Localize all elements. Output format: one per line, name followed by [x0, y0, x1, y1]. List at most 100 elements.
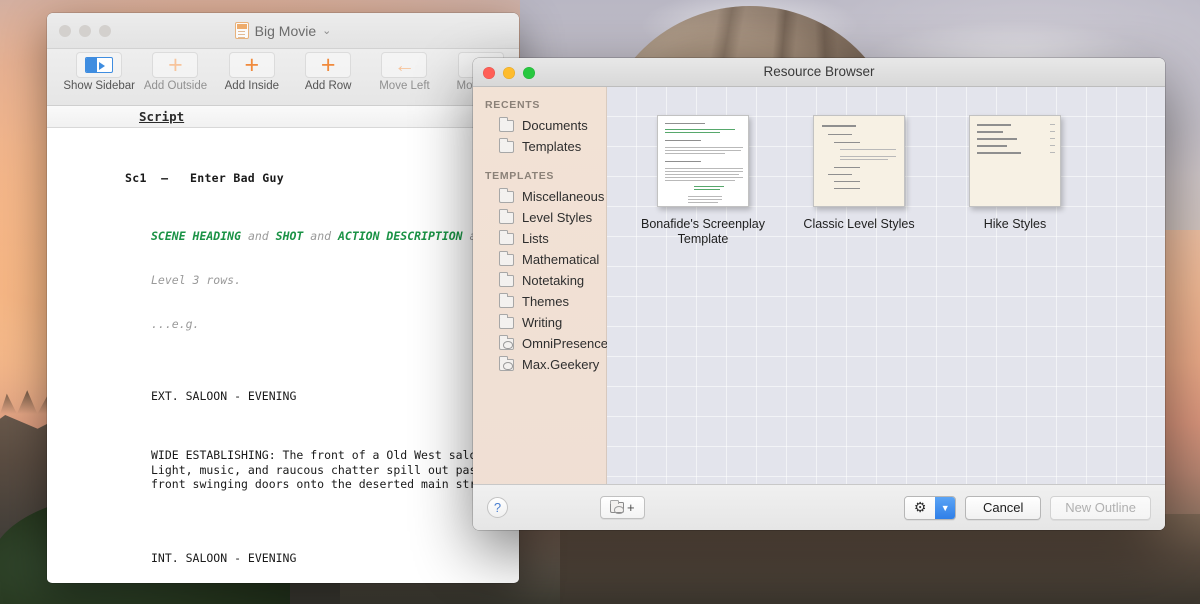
arrow-left-icon: ← [381, 52, 428, 78]
sidebar-toggle-icon [76, 52, 123, 78]
add-cloud-folder-button[interactable]: + [600, 496, 645, 519]
cloud-folder-add-icon [610, 499, 624, 514]
column-header-script: Script [139, 109, 185, 124]
folder-icon [499, 230, 514, 245]
sidebar-item-mathematical[interactable]: Mathematical [473, 249, 606, 270]
template-label: Bonafide's Screenplay Template [641, 217, 765, 246]
template-thumbnail[interactable] [969, 115, 1061, 207]
resource-browser-titlebar[interactable]: Resource Browser [473, 58, 1165, 87]
chevron-down-icon[interactable]: ▼ [935, 496, 956, 519]
sidebar-item-writing[interactable]: Writing [473, 312, 606, 333]
close-button[interactable] [483, 67, 495, 79]
sidebar-item-miscellaneous[interactable]: Miscellaneous [473, 186, 606, 207]
sidebar-item-lists[interactable]: Lists [473, 228, 606, 249]
gear-icon[interactable]: ⚙ [905, 496, 936, 519]
note-line-2: Level 3 rows. [151, 272, 242, 287]
template-item-classic-level-styles[interactable]: Classic Level Styles [781, 115, 937, 247]
sidebar-item-level-styles[interactable]: Level Styles [473, 207, 606, 228]
note-conjunction: and [303, 228, 338, 243]
dialog-main: RECENTS Documents Templates TEMPLATES Mi… [473, 87, 1165, 484]
sidebar-item-label: OmniPresence [522, 336, 608, 351]
plus-inside-icon: + [228, 52, 275, 78]
template-item-screenplay[interactable]: Bonafide's Screenplay Template [625, 115, 781, 247]
main-window-titlebar[interactable]: Big Movie ⌄ [47, 13, 519, 49]
toolbar-add-row[interactable]: + Add Row [290, 52, 366, 92]
sidebar-item-label: Max.Geekery [522, 357, 600, 372]
outline-body[interactable]: Sc1 – Enter Bad Guy SCENE HEADING and SH… [47, 128, 519, 582]
sidebar-item-themes[interactable]: Themes [473, 291, 606, 312]
sidebar-item-label: Lists [522, 231, 549, 246]
template-thumbnail[interactable] [813, 115, 905, 207]
folder-icon [499, 138, 514, 153]
sidebar-item-label: Templates [522, 139, 582, 154]
action-paragraph-1: WIDE ESTABLISHING: The front of a Old We… [151, 448, 504, 492]
note-term-action-description: ACTION DESCRIPTION [337, 228, 463, 243]
toolbar-label: Add Row [304, 80, 352, 92]
main-toolbar[interactable]: Show Sidebar + Add Outside + Add Inside … [47, 49, 519, 106]
folder-icon [499, 117, 514, 132]
help-button[interactable]: ? [487, 497, 508, 518]
folder-icon [499, 293, 514, 308]
cancel-button[interactable]: Cancel [965, 495, 1042, 520]
cloud-folder-icon [499, 335, 514, 350]
sidebar-item-notetaking[interactable]: Notetaking [473, 270, 606, 291]
toolbar-label: Add Outside [143, 80, 208, 92]
sidebar-item-label: Mathematical [522, 252, 600, 267]
note-conjunction: and [241, 228, 276, 243]
slugline-int-saloon: INT. SALOON - EVENING [151, 551, 297, 566]
sidebar-item-label: Miscellaneous [522, 189, 605, 204]
dialog-footer: ? + ⚙ ▼ Cancel New Outline [473, 484, 1165, 530]
document-icon [234, 22, 249, 39]
resource-browser-dialog[interactable]: Resource Browser RECENTS Documents Templ… [473, 58, 1165, 530]
dialog-sidebar[interactable]: RECENTS Documents Templates TEMPLATES Mi… [473, 87, 608, 484]
folder-icon [499, 314, 514, 329]
footer-actions: ⚙ ▼ Cancel New Outline [904, 495, 1151, 520]
template-label: Classic Level Styles [803, 217, 915, 231]
slugline-ext-saloon: EXT. SALOON - EVENING [151, 389, 297, 404]
plus-icon: + [627, 500, 635, 515]
toolbar-label: Show Sidebar [63, 80, 135, 92]
maximize-button[interactable] [523, 67, 535, 79]
sidebar-item-max-geekery[interactable]: Max.Geekery [473, 354, 606, 375]
sidebar-item-label: Notetaking [522, 273, 585, 288]
main-window-title[interactable]: Big Movie ⌄ [47, 22, 519, 39]
sidebar-item-omnipresence[interactable]: OmniPresence [473, 333, 608, 354]
toolbar-add-outside[interactable]: + Add Outside [137, 52, 213, 92]
dialog-traffic-lights[interactable] [483, 67, 535, 79]
toolbar-add-inside[interactable]: + Add Inside [214, 52, 290, 92]
note-term-scene-heading: SCENE HEADING [151, 228, 242, 243]
folder-icon [499, 251, 514, 266]
sidebar-item-label: Themes [522, 294, 569, 309]
settings-dropdown-button[interactable]: ⚙ ▼ [904, 495, 957, 520]
toolbar-label: Add Inside [224, 80, 279, 92]
sidebar-group-recents: RECENTS [485, 99, 541, 111]
sidebar-item-label: Writing [522, 315, 563, 330]
main-window-title-text: Big Movie [254, 22, 317, 39]
new-outline-button[interactable]: New Outline [1050, 495, 1151, 520]
toolbar-show-sidebar[interactable]: Show Sidebar [61, 52, 137, 92]
template-item-hike-styles[interactable]: Hike Styles [937, 115, 1093, 247]
folder-icon [499, 272, 514, 287]
folder-icon [499, 188, 514, 203]
folder-icon [499, 209, 514, 224]
toolbar-label: Move Left [379, 80, 430, 92]
sidebar-item-templates[interactable]: Templates [473, 136, 606, 157]
plus-icon: + [305, 52, 352, 78]
column-header-row[interactable]: Script [47, 106, 519, 128]
sidebar-item-label: Documents [522, 118, 588, 133]
cloud-folder-icon [499, 356, 514, 371]
template-label: Hike Styles [983, 217, 1047, 231]
main-document-window[interactable]: Big Movie ⌄ Show Sidebar + Add Outside +… [47, 13, 519, 583]
dialog-title: Resource Browser [763, 64, 875, 79]
template-grid-area[interactable]: Bonafide's Screenplay Template Classic L… [607, 87, 1165, 484]
minimize-button[interactable] [503, 67, 515, 79]
toolbar-move-left[interactable]: ← Move Left [366, 52, 442, 92]
template-thumbnail[interactable] [657, 115, 749, 207]
note-line-3: ...e.g. [151, 316, 200, 331]
note-term-shot: SHOT [275, 228, 304, 243]
outline-row-title[interactable]: Sc1 – Enter Bad Guy [47, 171, 519, 186]
sidebar-group-templates: TEMPLATES [485, 170, 555, 182]
sidebar-item-documents[interactable]: Documents [473, 115, 606, 136]
chevron-down-icon[interactable]: ⌄ [322, 24, 331, 37]
